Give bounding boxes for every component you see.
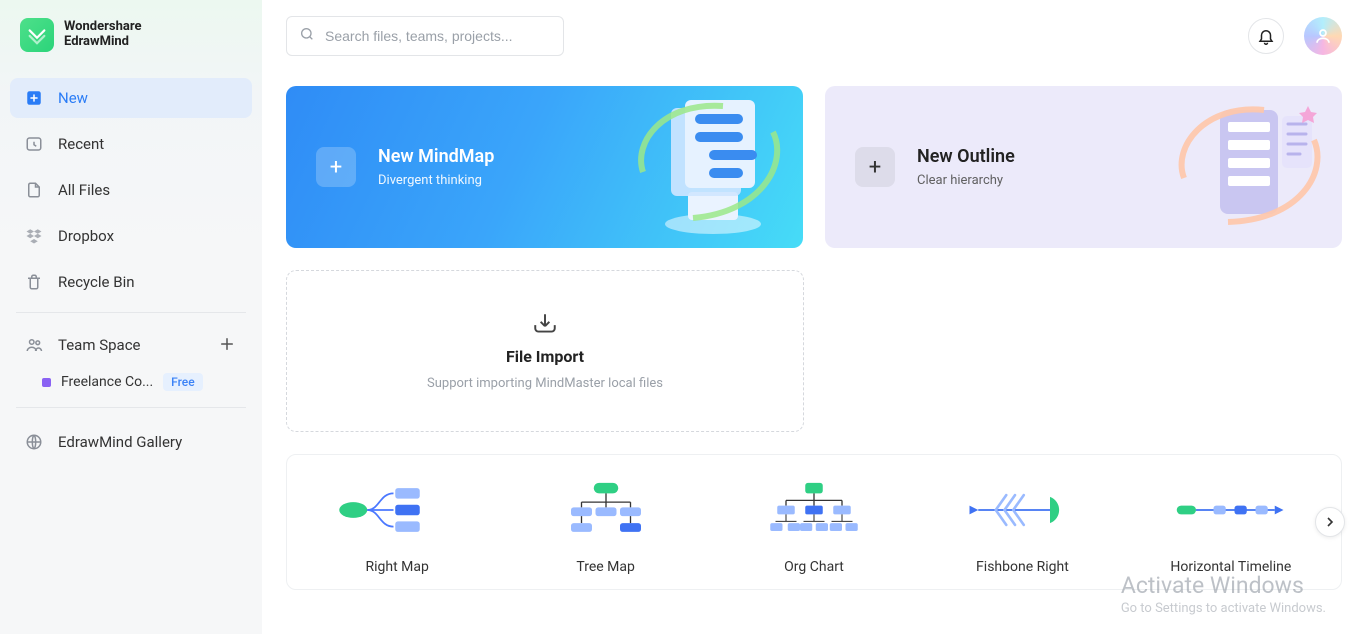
template-label: Horizontal Timeline <box>1170 559 1291 575</box>
sidebar-item-label: Recycle Bin <box>58 273 135 291</box>
add-team-button[interactable] <box>218 335 238 355</box>
template-label: Fishbone Right <box>976 559 1069 575</box>
template-preview <box>317 475 477 545</box>
topbar <box>286 16 1342 56</box>
avatar[interactable] <box>1304 17 1342 55</box>
import-subtitle: Support importing MindMaster local files <box>427 376 663 391</box>
hero-title: New MindMap <box>378 146 494 168</box>
sidebar-item-label: New <box>58 89 88 107</box>
plus-square-icon <box>24 88 44 108</box>
file-import-card[interactable]: File Import Support importing MindMaster… <box>286 270 804 432</box>
dropbox-icon <box>24 226 44 246</box>
template-org-chart[interactable]: Org Chart <box>714 475 914 575</box>
brand-logo <box>20 18 54 52</box>
team-item[interactable]: Freelance Co... Free <box>10 367 252 397</box>
template-label: Tree Map <box>576 559 634 575</box>
template-right-map[interactable]: Right Map <box>297 475 497 575</box>
main: + New MindMap Divergent thinking + <box>262 0 1366 634</box>
team-color-dot <box>42 378 51 387</box>
plus-icon: + <box>316 147 356 187</box>
sidebar-item-recycle[interactable]: Recycle Bin <box>10 262 252 302</box>
trash-icon <box>24 272 44 292</box>
template-tree-map[interactable]: Tree Map <box>505 475 705 575</box>
search-icon <box>299 26 315 46</box>
file-icon <box>24 180 44 200</box>
template-preview <box>1151 475 1311 545</box>
templates-next-button[interactable] <box>1315 507 1345 537</box>
sidebar-item-gallery[interactable]: EdrawMind Gallery <box>10 422 252 462</box>
hero-title: New Outline <box>917 146 1015 168</box>
search-box[interactable] <box>286 16 564 56</box>
brand-text: Wondershare EdrawMind <box>64 20 141 50</box>
clock-icon <box>24 134 44 154</box>
template-horizontal-timeline[interactable]: Horizontal Timeline <box>1131 475 1331 575</box>
hero-subtitle: Divergent thinking <box>378 173 494 188</box>
hero-subtitle: Clear hierarchy <box>917 173 1015 188</box>
template-label: Org Chart <box>784 559 844 575</box>
outline-illustration <box>1162 92 1332 242</box>
notifications-button[interactable] <box>1248 18 1284 54</box>
divider <box>16 312 246 313</box>
template-preview <box>734 475 894 545</box>
team-badge: Free <box>163 373 202 391</box>
sidebar-item-allfiles[interactable]: All Files <box>10 170 252 210</box>
sidebar: Wondershare EdrawMind New Recent All Fil… <box>0 0 262 634</box>
template-fishbone-right[interactable]: Fishbone Right <box>922 475 1122 575</box>
teamspace-header: Team Space <box>10 327 252 367</box>
import-title: File Import <box>506 347 584 366</box>
team-item-label: Freelance Co... <box>61 374 153 390</box>
new-outline-card[interactable]: + New Outline Clear hierarchy <box>825 86 1342 248</box>
import-icon <box>532 311 558 337</box>
brand: Wondershare EdrawMind <box>10 0 252 74</box>
sidebar-item-label: Dropbox <box>58 227 114 245</box>
plus-icon: + <box>855 147 895 187</box>
gallery-icon <box>24 432 44 452</box>
new-mindmap-card[interactable]: + New MindMap Divergent thinking <box>286 86 803 248</box>
sidebar-item-dropbox[interactable]: Dropbox <box>10 216 252 256</box>
sidebar-item-new[interactable]: New <box>10 78 252 118</box>
sidebar-nav: New Recent All Files Dropbox Recycle Bin <box>10 74 252 302</box>
sidebar-item-label: EdrawMind Gallery <box>58 433 182 451</box>
template-label: Right Map <box>366 559 429 575</box>
sidebar-item-recent[interactable]: Recent <box>10 124 252 164</box>
sidebar-item-label: All Files <box>58 181 110 199</box>
template-preview <box>942 475 1102 545</box>
hero-row: + New MindMap Divergent thinking + <box>286 86 1342 248</box>
divider <box>16 407 246 408</box>
template-preview <box>526 475 686 545</box>
template-section: Right Map Tree Map <box>286 454 1342 590</box>
team-icon <box>24 335 44 355</box>
mindmap-illustration <box>623 92 793 242</box>
teamspace-label: Team Space <box>58 336 141 354</box>
sidebar-item-label: Recent <box>58 135 104 153</box>
search-input[interactable] <box>325 28 551 44</box>
